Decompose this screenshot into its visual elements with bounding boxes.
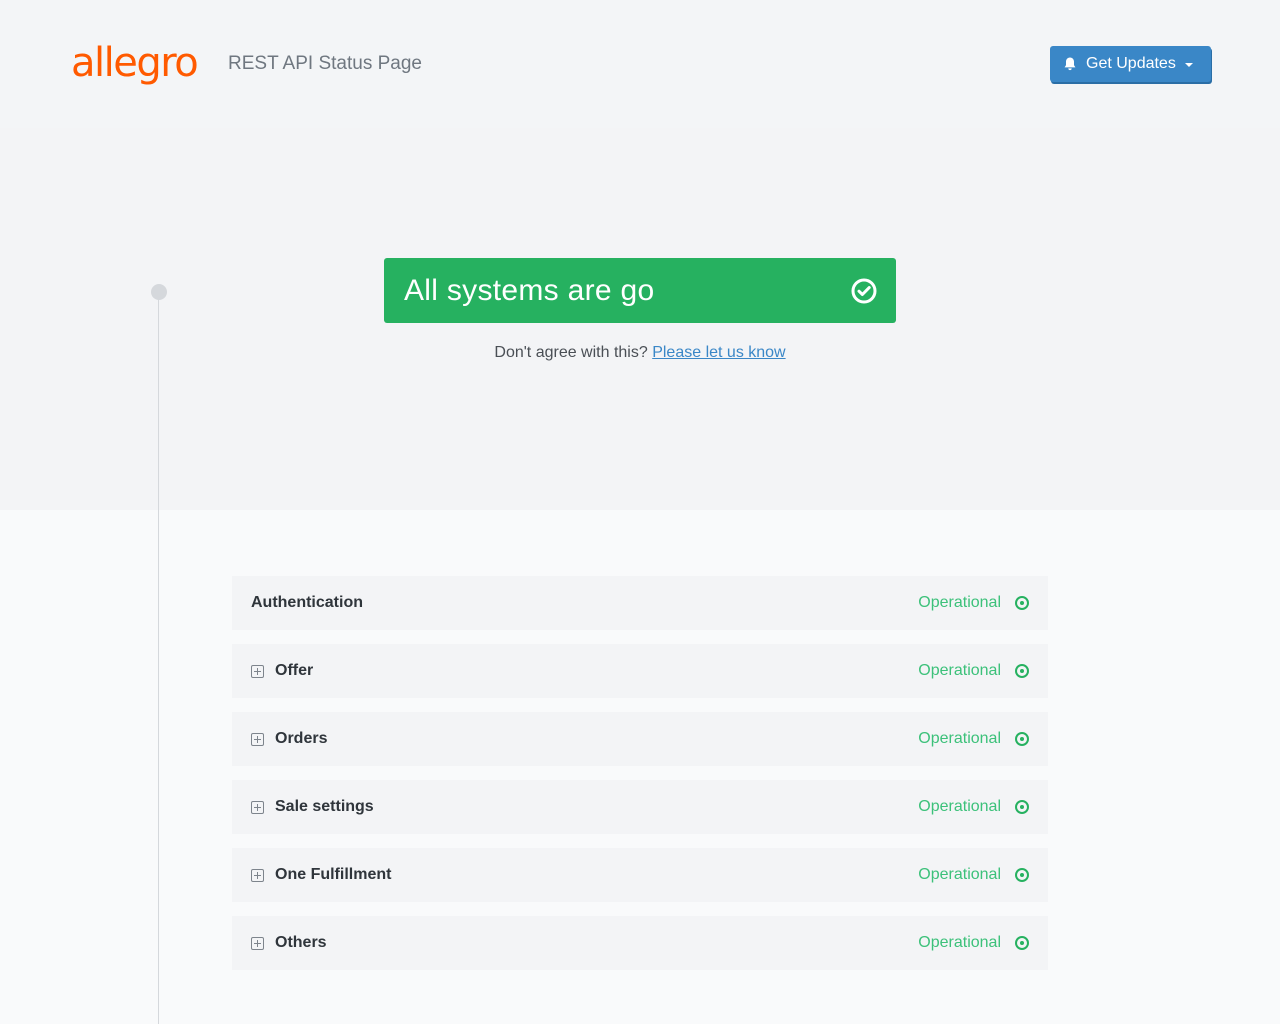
operational-dot-icon — [1015, 664, 1029, 678]
operational-dot-icon — [1015, 800, 1029, 814]
component-row-one-fulfillment[interactable]: One Fulfillment Operational — [232, 848, 1048, 902]
bell-icon — [1062, 56, 1078, 72]
component-status: Operational — [918, 730, 1001, 747]
disagree-line: Don't agree with this? Please let us kno… — [0, 344, 1280, 362]
component-name[interactable]: Offer — [275, 662, 918, 680]
allegro-logo[interactable]: allegro — [71, 38, 199, 88]
disagree-text: Don't agree with this? — [494, 344, 648, 361]
component-status: Operational — [918, 798, 1001, 815]
chevron-down-icon — [1184, 63, 1193, 67]
component-row-sale-settings[interactable]: Sale settings Operational — [232, 780, 1048, 834]
component-name[interactable]: One Fulfillment — [275, 866, 918, 884]
component-name: Authentication — [251, 594, 363, 611]
page-title: REST API Status Page — [228, 53, 422, 74]
operational-dot-icon — [1015, 868, 1029, 882]
component-name[interactable]: Others — [275, 934, 918, 952]
component-name[interactable]: Sale settings — [275, 798, 918, 816]
check-circle-icon — [851, 278, 877, 304]
plus-square-icon[interactable] — [251, 732, 264, 746]
overall-status-banner: All systems are go — [384, 258, 896, 323]
report-link[interactable]: Please let us know — [652, 344, 785, 361]
timeline-line — [158, 292, 159, 1024]
component-row-authentication: Authentication Operational — [232, 576, 1048, 630]
component-status: Operational — [918, 866, 1001, 883]
component-row-offer[interactable]: Offer Operational — [232, 644, 1048, 698]
plus-square-icon[interactable] — [251, 936, 264, 950]
get-updates-label: Get Updates — [1086, 55, 1176, 72]
get-updates-button[interactable]: Get Updates — [1050, 46, 1211, 82]
plus-square-icon[interactable] — [251, 664, 264, 678]
component-row-others[interactable]: Others Operational — [232, 916, 1048, 970]
components-list: Authentication Operational Offer Operati… — [232, 576, 1048, 984]
component-row-orders[interactable]: Orders Operational — [232, 712, 1048, 766]
component-status: Operational — [918, 934, 1001, 951]
component-status: Operational — [918, 662, 1001, 679]
component-status: Operational — [918, 594, 1001, 611]
component-name[interactable]: Orders — [275, 730, 918, 748]
operational-dot-icon — [1015, 936, 1029, 950]
plus-square-icon[interactable] — [251, 868, 264, 882]
operational-dot-icon — [1015, 732, 1029, 746]
plus-square-icon[interactable] — [251, 800, 264, 814]
page-header: allegro REST API Status Page Get Updates — [0, 0, 1280, 128]
timeline-dot — [151, 284, 167, 300]
operational-dot-icon — [1015, 596, 1029, 610]
overall-status-text: All systems are go — [404, 273, 655, 307]
